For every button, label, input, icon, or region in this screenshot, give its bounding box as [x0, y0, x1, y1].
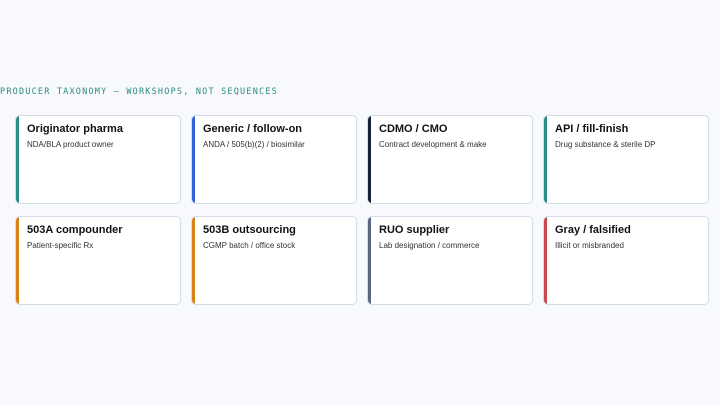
card-generic-follow-on: Generic / follow-on ANDA / 505(b)(2) / b…: [191, 115, 357, 204]
producer-card-grid: Originator pharma NDA/BLA product owner …: [15, 115, 709, 305]
card-cdmo-cmo: CDMO / CMO Contract development & make: [367, 115, 533, 204]
card-title: CDMO / CMO: [379, 123, 448, 135]
card-title: API / fill-finish: [555, 123, 629, 135]
card-subtitle: NDA/BLA product owner: [27, 140, 114, 149]
card-title: Gray / falsified: [555, 224, 631, 236]
card-accent-bar: [192, 217, 195, 304]
card-accent-bar: [16, 116, 19, 203]
card-originator-pharma: Originator pharma NDA/BLA product owner: [15, 115, 181, 204]
card-title: Originator pharma: [27, 123, 123, 135]
card-subtitle: CGMP batch / office stock: [203, 241, 296, 250]
card-subtitle: Illicit or misbranded: [555, 241, 624, 250]
card-subtitle: Lab designation / commerce: [379, 241, 480, 250]
card-accent-bar: [16, 217, 19, 304]
card-503b-outsourcing: 503B outsourcing CGMP batch / office sto…: [191, 216, 357, 305]
card-ruo-supplier: RUO supplier Lab designation / commerce: [367, 216, 533, 305]
card-title: 503A compounder: [27, 224, 123, 236]
card-accent-bar: [544, 116, 547, 203]
card-accent-bar: [544, 217, 547, 304]
card-accent-bar: [192, 116, 195, 203]
card-subtitle: Contract development & make: [379, 140, 487, 149]
card-subtitle: Patient-specific Rx: [27, 241, 94, 250]
card-503a-compounder: 503A compounder Patient-specific Rx: [15, 216, 181, 305]
card-subtitle: ANDA / 505(b)(2) / biosimilar: [203, 140, 305, 149]
card-accent-bar: [368, 116, 371, 203]
card-gray-falsified: Gray / falsified Illicit or misbranded: [543, 216, 709, 305]
card-api-fill-finish: API / fill-finish Drug substance & steri…: [543, 115, 709, 204]
card-title: Generic / follow-on: [203, 123, 303, 135]
card-title: RUO supplier: [379, 224, 450, 236]
section-title: PRODUCER TAXONOMY — WORKSHOPS, NOT SEQUE…: [0, 87, 278, 97]
card-title: 503B outsourcing: [203, 224, 296, 236]
card-subtitle: Drug substance & sterile DP: [555, 140, 656, 149]
card-accent-bar: [368, 217, 371, 304]
